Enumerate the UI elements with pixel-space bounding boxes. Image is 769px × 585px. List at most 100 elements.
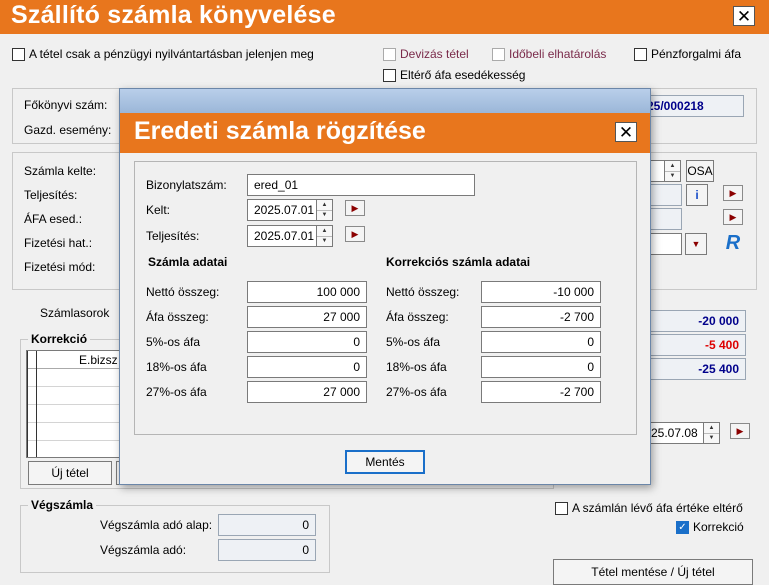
tax-field: 0 xyxy=(218,539,316,561)
vat5-label: 5%-os áfa xyxy=(146,335,201,349)
tax-base-field: 0 xyxy=(218,514,316,536)
vat-due-field xyxy=(650,208,682,230)
invoice-vat-input[interactable]: 27 000 xyxy=(247,306,367,328)
save-button[interactable]: Mentés xyxy=(345,450,425,474)
vat-differs-checkbox[interactable]: A számlán lévő áfa értéke eltérő xyxy=(555,500,743,516)
checkbox-box[interactable] xyxy=(492,47,505,61)
summary-vat: -5 400 xyxy=(650,334,746,356)
dialog-content-panel: Bizonylatszám: ered_01 Kelt: 2025.07.01 … xyxy=(134,161,637,435)
logo-icon[interactable]: R xyxy=(721,231,745,255)
invoice-data-heading: Számla adatai xyxy=(148,255,228,269)
currency-item-checkbox[interactable]: Devizás tétel xyxy=(383,46,469,62)
time-accrual-checkbox[interactable]: Időbeli elhatárolás xyxy=(492,46,606,62)
close-icon[interactable]: ✕ xyxy=(733,6,755,26)
date-next-icon[interactable]: ▶ xyxy=(345,200,365,216)
ledger-label: Főkönyvi szám: xyxy=(24,98,108,112)
fulfillment-label: Teljesítés: xyxy=(24,188,78,202)
check-icon[interactable]: ✓ xyxy=(676,520,689,534)
fulfillment-next-icon[interactable]: ▶ xyxy=(345,226,365,242)
checkbox-box[interactable] xyxy=(634,47,647,61)
osa-button[interactable]: OSA xyxy=(686,160,714,182)
dialog-title: Eredeti számla rögzítése xyxy=(134,117,426,145)
vat-label: Áfa összeg: xyxy=(146,310,209,324)
doc-number-field: 25/000218 xyxy=(640,95,744,117)
different-vat-due-label: Eltérő áfa esedékesség xyxy=(400,68,526,82)
vat-differs-label: A számlán lévő áfa értéke eltérő xyxy=(572,501,743,515)
dialog-close-icon[interactable]: ✕ xyxy=(615,122,637,142)
net-label: Nettó összeg: xyxy=(146,285,220,299)
correction-vat27-label: 27%-os áfa xyxy=(386,385,447,399)
vat-due-label: ÁFA esed.: xyxy=(24,212,83,226)
dialog-title-bar: Eredeti számla rögzítése ✕ xyxy=(120,113,650,153)
correction-vat-input[interactable]: -2 700 xyxy=(481,306,601,328)
vat27-label: 27%-os áfa xyxy=(146,385,207,399)
window-title: Szállító számla könyvelése xyxy=(11,1,336,29)
fulfillment-input[interactable]: 2025.07.01 xyxy=(247,225,317,247)
date-spinner[interactable]: ▲ ▼ xyxy=(317,199,333,221)
save-new-item-button[interactable]: Tétel mentése / Új tétel xyxy=(553,559,753,585)
fulfillment-field xyxy=(650,184,682,206)
payment-due-field[interactable] xyxy=(650,233,682,255)
tax-base-label: Végszámla adó alap: xyxy=(100,518,213,532)
correction-label: Korrekció xyxy=(693,520,744,534)
vat-due-next-icon[interactable]: ▶ xyxy=(723,209,743,225)
correction-net-label: Nettó összeg: xyxy=(386,285,460,299)
invoice-vat18-input[interactable]: 0 xyxy=(247,356,367,378)
cash-vat-checkbox[interactable]: Pénzforgalmi áfa xyxy=(634,46,741,62)
invoice-vat27-input[interactable]: 27 000 xyxy=(247,381,367,403)
summary-gross: -25 400 xyxy=(650,358,746,380)
original-invoice-dialog: Eredeti számla rögzítése ✕ Bizonylatszám… xyxy=(119,88,651,485)
dialog-frame-strip xyxy=(120,89,650,113)
correction-vat5-input[interactable]: 0 xyxy=(481,331,601,353)
checkbox-box[interactable] xyxy=(555,501,568,515)
grid-line xyxy=(27,351,28,457)
doc-number-label: Bizonylatszám: xyxy=(146,178,227,192)
invoice-date-spinner[interactable]: ▲ ▼ xyxy=(665,160,681,182)
window-title-bar: Szállító számla könyvelése ✕ xyxy=(0,0,769,34)
cash-vat-label: Pénzforgalmi áfa xyxy=(651,47,742,61)
checkbox-box[interactable] xyxy=(12,47,25,61)
doc-number-input[interactable]: ered_01 xyxy=(247,174,475,196)
date-label: Kelt: xyxy=(146,203,171,217)
checkbox-box[interactable] xyxy=(383,47,396,61)
correction-vat18-label: 18%-os áfa xyxy=(386,360,447,374)
tab-invoice-rows[interactable]: Számlasorok xyxy=(40,306,109,320)
payment-due-label: Fizetési hat.: xyxy=(24,236,93,250)
currency-item-label: Devizás tétel xyxy=(400,47,469,61)
correction-checkbox[interactable]: ✓ Korrekció xyxy=(676,519,744,535)
correction-vat27-input[interactable]: -2 700 xyxy=(481,381,601,403)
only-financial-label: A tétel csak a pénzügyi nyilvántartásban… xyxy=(29,47,314,61)
col-doc-number: E.bizsz xyxy=(79,353,118,367)
fulfillment-next-icon[interactable]: ▶ xyxy=(723,185,743,201)
invoice-vat5-input[interactable]: 0 xyxy=(247,331,367,353)
new-item-button[interactable]: Új tétel xyxy=(28,461,112,485)
date-field[interactable]: 25.07.08 xyxy=(650,422,704,444)
final-invoice-title: Végszámla xyxy=(28,498,97,512)
date-input[interactable]: 2025.07.01 xyxy=(247,199,317,221)
only-financial-checkbox[interactable]: A tétel csak a pénzügyi nyilvántartásban… xyxy=(12,46,314,62)
checkbox-box[interactable] xyxy=(383,68,396,82)
correction-vat-label: Áfa összeg: xyxy=(386,310,449,324)
correction-net-input[interactable]: -10 000 xyxy=(481,281,601,303)
correction-title: Korrekció xyxy=(28,332,91,346)
summary-net: -20 000 xyxy=(650,310,746,332)
fulfillment-spinner[interactable]: ▲ ▼ xyxy=(317,225,333,247)
event-label: Gazd. esemény: xyxy=(24,123,112,137)
fulfillment-label: Teljesítés: xyxy=(146,229,200,243)
invoice-date-label: Számla kelte: xyxy=(24,164,97,178)
time-accrual-label: Időbeli elhatárolás xyxy=(509,47,607,61)
correction-data-heading: Korrekciós számla adatai xyxy=(386,255,531,269)
correction-vat18-input[interactable]: 0 xyxy=(481,356,601,378)
dropdown-icon[interactable]: ▼ xyxy=(685,233,707,255)
grid-line xyxy=(36,351,37,457)
vat18-label: 18%-os áfa xyxy=(146,360,207,374)
date-spinner[interactable]: ▲ ▼ xyxy=(704,422,720,444)
invoice-net-input[interactable]: 100 000 xyxy=(247,281,367,303)
invoice-date-field[interactable] xyxy=(650,160,665,182)
info-icon[interactable]: i xyxy=(686,184,708,206)
different-vat-due-checkbox[interactable]: Eltérő áfa esedékesség xyxy=(383,67,525,83)
date-next-icon[interactable]: ▶ xyxy=(730,423,750,439)
correction-vat5-label: 5%-os áfa xyxy=(386,335,441,349)
payment-method-label: Fizetési mód: xyxy=(24,260,96,274)
tax-label: Végszámla adó: xyxy=(100,543,187,557)
